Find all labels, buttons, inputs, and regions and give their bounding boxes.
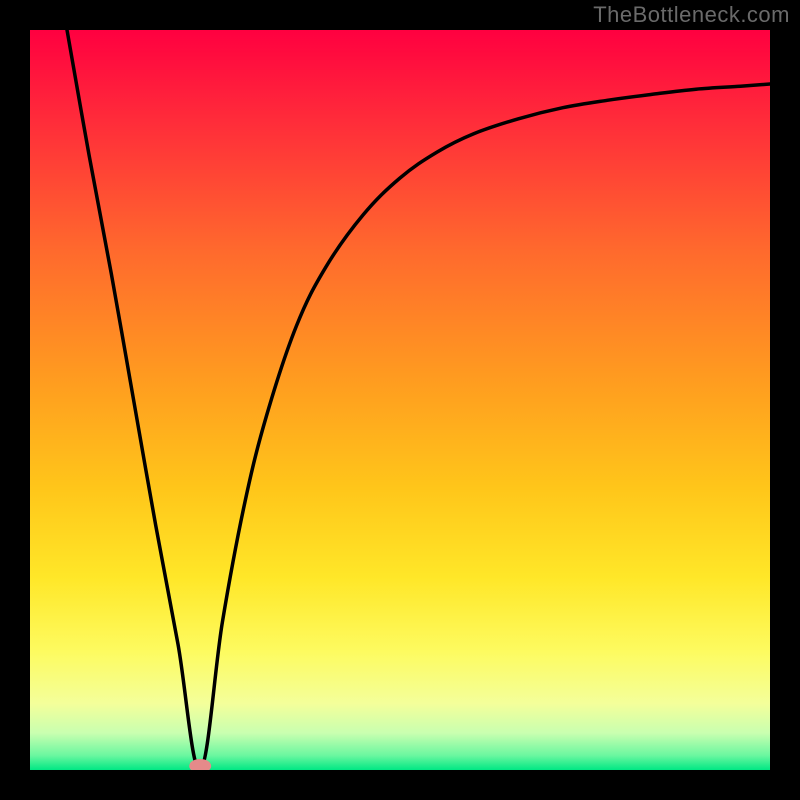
plot-area [30,30,770,770]
gradient-background [30,30,770,770]
watermark-text: TheBottleneck.com [593,2,790,28]
chart-frame: TheBottleneck.com [0,0,800,800]
plot-svg [30,30,770,770]
